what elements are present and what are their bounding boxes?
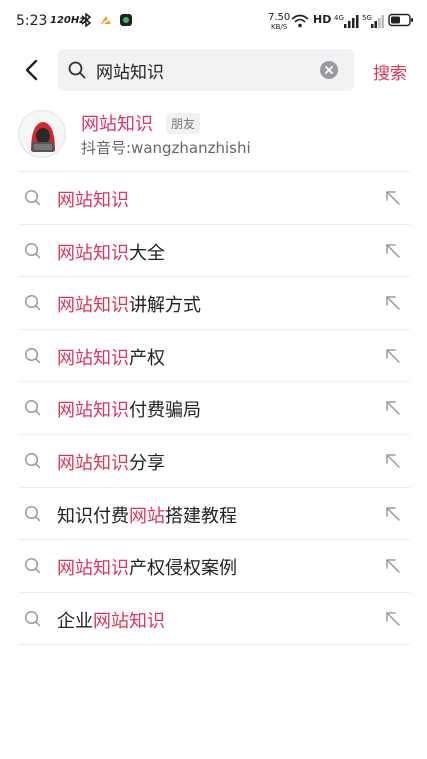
suggestion-text: 知识付费网站搭建教程 [57, 502, 237, 528]
chevron-left-icon [25, 59, 38, 81]
suggestion-highlight: 网站知识 [93, 610, 165, 632]
search-icon [68, 61, 86, 79]
suggestion-item[interactable]: 网站知识产权侵权案例 [18, 540, 410, 593]
suggestion-part: 企业 [57, 610, 93, 632]
fill-query-arrow-icon[interactable] [384, 505, 402, 527]
suggestion-highlight: 网站知识 [57, 190, 129, 211]
fill-query-arrow-icon[interactable] [384, 347, 402, 369]
suggestion-item[interactable]: 网站知识产权 [18, 330, 410, 383]
status-bar: 5:23 120Hz 7.50 KB/S HD 4G 5G [0, 0, 427, 42]
net-speed-value: 7.50 [268, 12, 291, 23]
suggestion-item[interactable]: 企业网站知识 [18, 593, 410, 646]
clear-search-button[interactable] [320, 61, 338, 79]
suggestion-part: 讲解方式 [129, 295, 201, 317]
app-notification-icon [101, 16, 111, 25]
clear-icon [325, 66, 333, 74]
hacker-avatar-icon [31, 122, 55, 152]
suggestion-text: 企业网站知识 [57, 607, 165, 633]
search-icon [24, 557, 42, 579]
suggestion-part: 知识付费 [57, 505, 129, 527]
signal-5g-icon: 5G [362, 14, 384, 28]
search-icon [24, 189, 42, 211]
suggestion-text: 网站知识大全 [57, 239, 165, 265]
search-icon [24, 347, 42, 369]
back-button[interactable] [18, 56, 46, 84]
search-submit-button[interactable]: 搜索 [373, 59, 407, 84]
search-icon [24, 399, 42, 421]
suggestion-item[interactable]: 网站知识讲解方式 [18, 277, 410, 330]
suggestion-item[interactable]: 网站知识 [18, 172, 410, 225]
fill-query-arrow-icon[interactable] [384, 242, 402, 264]
status-time: 5:23 [16, 13, 48, 29]
wifi-icon [291, 14, 309, 28]
suggestion-part: 产权 [129, 347, 165, 369]
suggestion-highlight: 网站知识 [57, 400, 129, 422]
search-icon [24, 242, 42, 264]
suggestion-part: 付费骗局 [129, 400, 201, 422]
suggestion-part: 产权侵权案例 [129, 558, 237, 580]
suggestion-list: 网站知识 网站知识大全 网站知识讲解方式 网站知识产权 网站知识付费骗局 网站知识分享 知识… [18, 172, 410, 646]
search-input[interactable] [96, 57, 316, 83]
search-icon [24, 505, 42, 527]
suggestion-highlight: 网站知识 [57, 242, 129, 264]
search-icon [24, 452, 42, 474]
suggestion-text: 网站知识付费骗局 [57, 396, 201, 422]
bluetooth-icon [81, 12, 92, 28]
suggestion-text: 网站知识分享 [57, 449, 165, 475]
friend-tag: 朋友 [166, 113, 201, 134]
fill-query-arrow-icon[interactable] [384, 189, 402, 211]
net-speed-unit: KB/S [271, 23, 288, 31]
wechat-notification-icon [120, 14, 132, 26]
suggestion-part: 分享 [129, 452, 165, 474]
search-icon [24, 610, 42, 632]
user-result-card[interactable]: 网站知识 朋友 抖音号:wangzhanzhishi [18, 108, 410, 164]
suggestion-item[interactable]: 网站知识分享 [18, 435, 410, 488]
suggestion-item[interactable]: 知识付费网站搭建教程 [18, 488, 410, 541]
signal-4g-icon: 4G [334, 14, 359, 28]
suggestion-highlight: 网站知识 [57, 347, 129, 369]
suggestion-highlight: 网站知识 [57, 558, 129, 580]
fill-query-arrow-icon[interactable] [384, 452, 402, 474]
svg-text:5G: 5G [362, 14, 372, 22]
suggestion-text: 网站知识讲解方式 [57, 291, 201, 317]
suggestion-part: 大全 [129, 242, 165, 264]
user-name: 网站知识 [81, 114, 153, 135]
avatar [18, 110, 66, 158]
suggestion-text: 网站知识 [57, 186, 129, 212]
search-box[interactable] [58, 49, 354, 91]
suggestion-highlight: 网站知识 [57, 452, 129, 474]
fill-query-arrow-icon[interactable] [384, 399, 402, 421]
battery-icon [388, 13, 413, 27]
hd-label: HD [313, 13, 332, 26]
suggestion-text: 网站知识产权侵权案例 [57, 554, 237, 580]
fill-query-arrow-icon[interactable] [384, 294, 402, 316]
suggestion-text: 网站知识产权 [57, 344, 165, 370]
suggestion-part: 搭建教程 [165, 505, 237, 527]
suggestion-highlight: 网站 [129, 505, 165, 527]
net-speed: 7.50 KB/S [268, 12, 291, 32]
fill-query-arrow-icon[interactable] [384, 557, 402, 579]
fill-query-arrow-icon[interactable] [384, 610, 402, 632]
suggestion-item[interactable]: 网站知识付费骗局 [18, 382, 410, 435]
user-douyin-id: 抖音号:wangzhanzhishi [81, 139, 251, 157]
svg-text:4G: 4G [334, 14, 344, 22]
suggestion-item[interactable]: 网站知识大全 [18, 225, 410, 278]
search-icon [24, 294, 42, 316]
suggestion-highlight: 网站知识 [57, 295, 129, 317]
